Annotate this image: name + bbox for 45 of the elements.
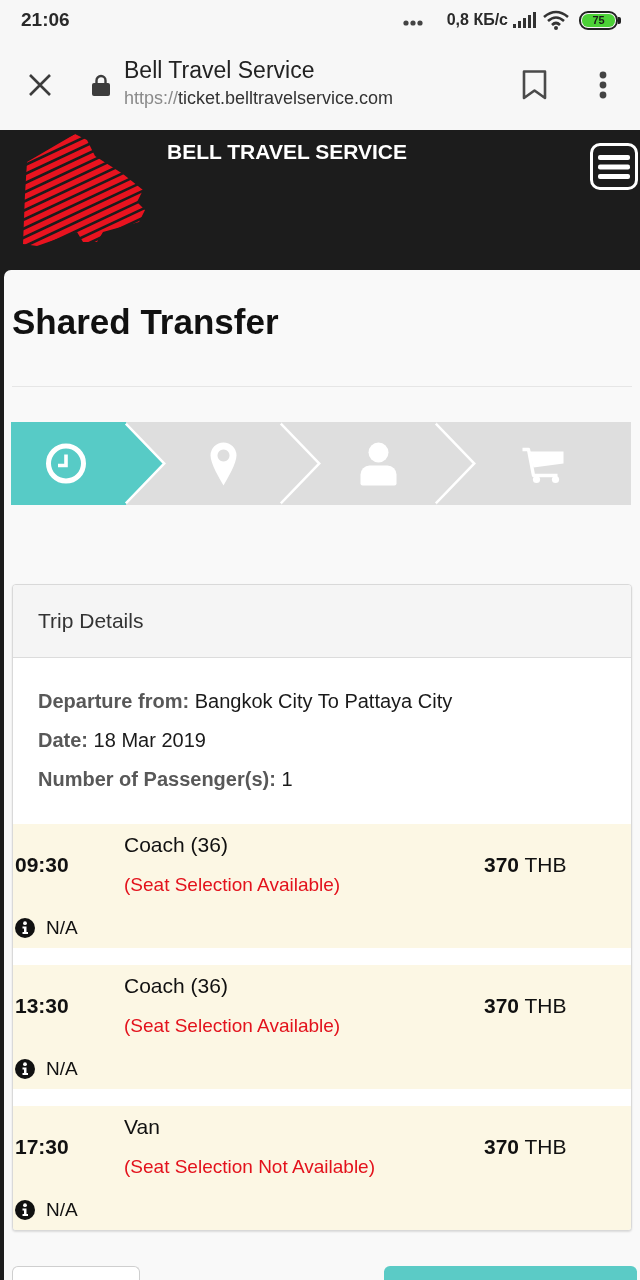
menu-button[interactable] xyxy=(590,143,638,190)
seat-selection-note: (Seat Selection Available) xyxy=(124,873,342,897)
info-text: N/A xyxy=(46,1058,78,1080)
menu-icon xyxy=(598,153,630,180)
vehicle-type: Coach (36) xyxy=(124,973,229,999)
map-pin-icon xyxy=(210,442,237,486)
wifi-icon xyxy=(542,10,570,30)
detail-line: Number of Passenger(s): 1 xyxy=(38,767,294,792)
url-text[interactable]: https://ticket.belltravelservice.com xyxy=(124,86,522,110)
network-speed: 0,8 КБ/с xyxy=(446,11,508,29)
trip-row[interactable]: 09:30 Coach (36) (Seat Selection Available) 370 THB N/A xyxy=(13,824,631,948)
info-icon[interactable] xyxy=(15,1200,35,1220)
price-text: 370 THB xyxy=(484,994,568,1018)
departure-time: 09:30 xyxy=(15,853,70,877)
person-icon xyxy=(360,442,397,486)
detail-line: Date: 18 Mar 2019 xyxy=(38,728,207,753)
departure-time: 17:30 xyxy=(15,1135,70,1159)
trip-row[interactable]: 17:30 Van (Seat Selection Not Available) 370 THB N/A xyxy=(13,1106,631,1230)
seat-selection-note: (Seat Selection Available) xyxy=(124,1014,342,1038)
page-heading: Shared Transfer xyxy=(11,302,280,342)
departure-time: 13:30 xyxy=(15,994,70,1018)
vehicle-type: Coach (36) xyxy=(124,832,229,858)
info-icon[interactable] xyxy=(15,918,35,938)
status-time: 21:06 xyxy=(21,9,70,31)
trip-row[interactable]: 13:30 Coach (36) (Seat Selection Available) 370 THB N/A xyxy=(13,965,631,1089)
lock-icon xyxy=(92,74,110,96)
info-text: N/A xyxy=(46,1199,78,1221)
notification-dots-icon xyxy=(402,20,423,26)
price-text: 370 THB xyxy=(484,1135,568,1159)
vehicle-type: Van xyxy=(124,1114,161,1140)
price-text: 370 THB xyxy=(484,853,568,877)
brand-name[interactable]: BELL TRAVEL SERVICE xyxy=(167,140,407,164)
bookmark-icon[interactable] xyxy=(522,70,547,100)
more-options-icon[interactable] xyxy=(599,71,607,99)
battery-indicator: 75 xyxy=(579,10,621,30)
browser-page-title: Bell Travel Service xyxy=(124,56,316,84)
close-icon[interactable] xyxy=(28,73,52,97)
detail-line: Departure from: Bangkok City To Pattaya City xyxy=(38,689,454,714)
cart-icon xyxy=(522,447,564,484)
card-title: Trip Details xyxy=(38,609,144,633)
seat-selection-note: (Seat Selection Not Available) xyxy=(124,1155,377,1179)
clock-icon xyxy=(46,443,86,484)
signal-icon xyxy=(513,12,536,28)
info-icon[interactable] xyxy=(15,1059,35,1079)
info-text: N/A xyxy=(46,917,78,939)
